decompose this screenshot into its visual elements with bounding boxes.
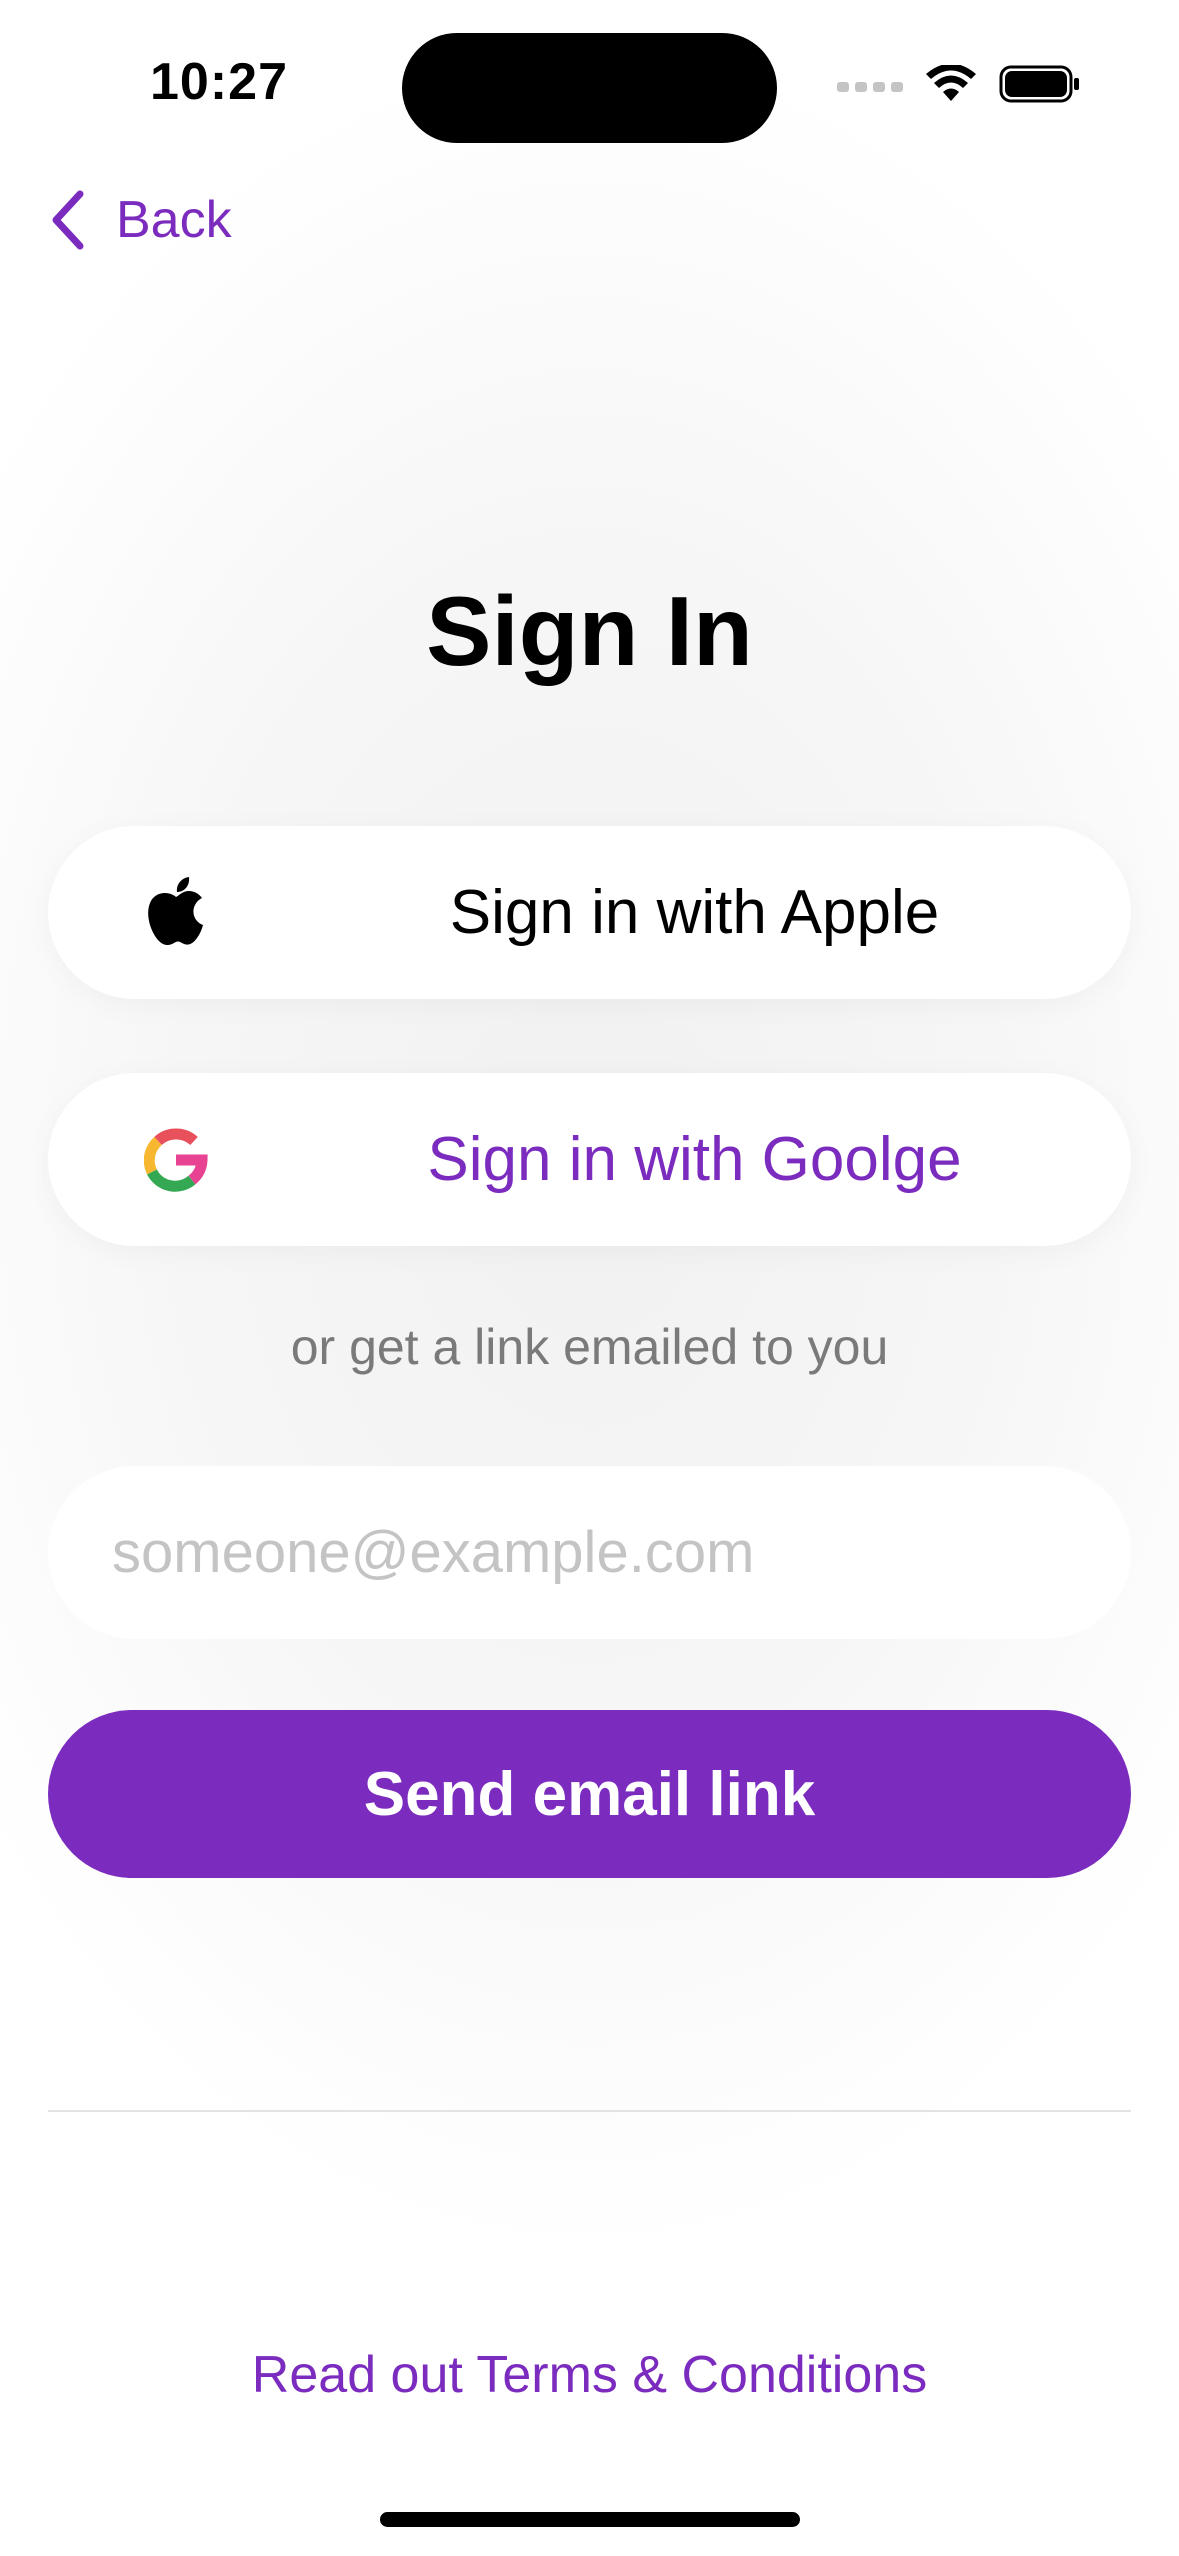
status-bar-time: 10:27 [150, 53, 288, 111]
email-link-hint: or get a link emailed to you [290, 1319, 889, 1375]
page-title: Sign In [426, 576, 753, 686]
google-button-label: Sign in with Goolge [427, 1125, 962, 1194]
apple-icon [140, 876, 212, 949]
back-label: Back [116, 191, 232, 249]
status-bar-indicators [837, 63, 1081, 109]
sign-in-with-google-button[interactable]: Sign in with Goolge [48, 1073, 1131, 1246]
sign-in-with-apple-button[interactable]: Sign in with Apple [48, 826, 1131, 999]
apple-button-label: Sign in with Apple [449, 878, 940, 947]
cellular-signal-icon [837, 81, 903, 92]
google-icon [140, 1124, 212, 1196]
terms-link[interactable]: Read out Terms & Conditions [0, 2345, 1179, 2405]
back-button[interactable]: Back [48, 190, 232, 250]
wifi-icon [925, 63, 977, 108]
home-indicator[interactable] [380, 2512, 800, 2527]
send-email-link-button[interactable]: Send email link [48, 1710, 1131, 1878]
dynamic-island [402, 33, 777, 143]
email-field[interactable] [48, 1466, 1131, 1639]
chevron-left-icon [48, 190, 88, 250]
sign-in-screen: 10:27 Back Sign In Sign in with Apple Si… [0, 0, 1179, 2556]
battery-icon [999, 64, 1081, 109]
divider [48, 2110, 1131, 2112]
